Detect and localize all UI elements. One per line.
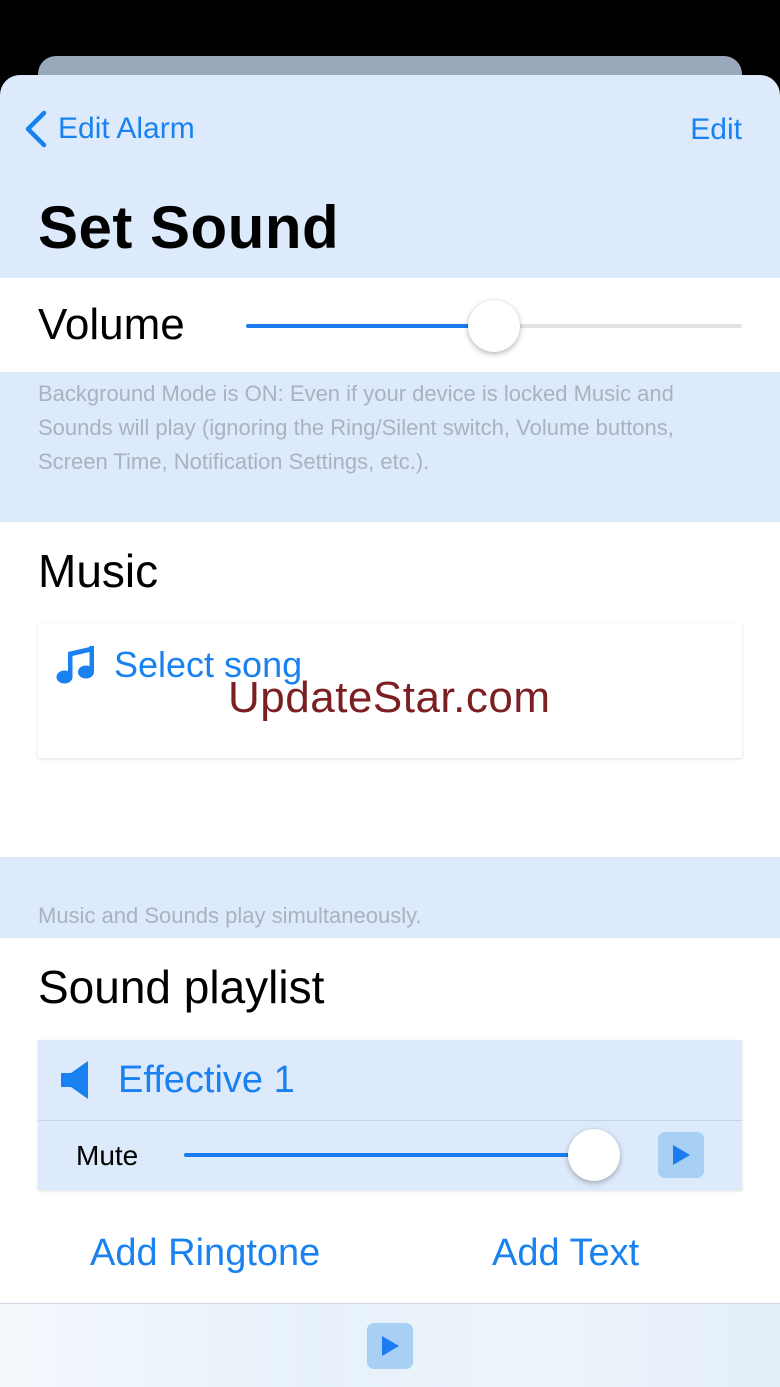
play-icon: [673, 1145, 690, 1165]
add-ringtone-button[interactable]: Add Ringtone: [90, 1232, 320, 1275]
sound-play-button[interactable]: [658, 1132, 704, 1178]
volume-row: Volume: [0, 278, 780, 372]
bottom-toolbar: [0, 1303, 780, 1387]
music-note-icon: [56, 646, 94, 684]
chevron-left-icon: [25, 110, 47, 148]
back-button[interactable]: Edit Alarm: [22, 109, 195, 149]
simultaneous-note: Music and Sounds play simultaneously.: [38, 903, 422, 928]
play-icon: [382, 1336, 399, 1356]
sound-item-name: Effective 1: [118, 1058, 295, 1101]
mute-label: Mute: [76, 1140, 139, 1171]
add-text-button[interactable]: Add Text: [492, 1232, 639, 1275]
sound-item-card: Effective 1 Mute: [38, 1040, 742, 1190]
background-mode-note: Background Mode is ON: Even if your devi…: [38, 381, 674, 474]
sound-playlist-section: Sound playlist Effective 1 Mute Add Ring…: [0, 938, 780, 1304]
back-button-label: Edit Alarm: [58, 112, 195, 145]
watermark: UpdateStar.com: [228, 673, 551, 722]
play-all-button[interactable]: [367, 1323, 413, 1369]
edit-button[interactable]: Edit: [690, 113, 742, 147]
sound-item-divider: [38, 1120, 742, 1121]
sound-playlist-title: Sound playlist: [38, 961, 325, 1013]
sound-volume-slider[interactable]: [184, 1153, 594, 1157]
volume-label: Volume: [38, 300, 185, 349]
set-sound-sheet: Edit Alarm Edit Set Sound Volume Backgro…: [0, 75, 780, 1387]
sound-volume-slider-fill: [184, 1153, 594, 1157]
music-title: Music: [38, 545, 159, 597]
volume-slider-thumb[interactable]: [468, 300, 520, 352]
volume-slider-fill: [246, 324, 494, 328]
page-title: Set Sound: [38, 194, 340, 261]
sound-volume-slider-thumb[interactable]: [568, 1129, 620, 1181]
sound-item-header[interactable]: Effective 1: [38, 1040, 742, 1120]
speaker-icon: [61, 1061, 88, 1099]
